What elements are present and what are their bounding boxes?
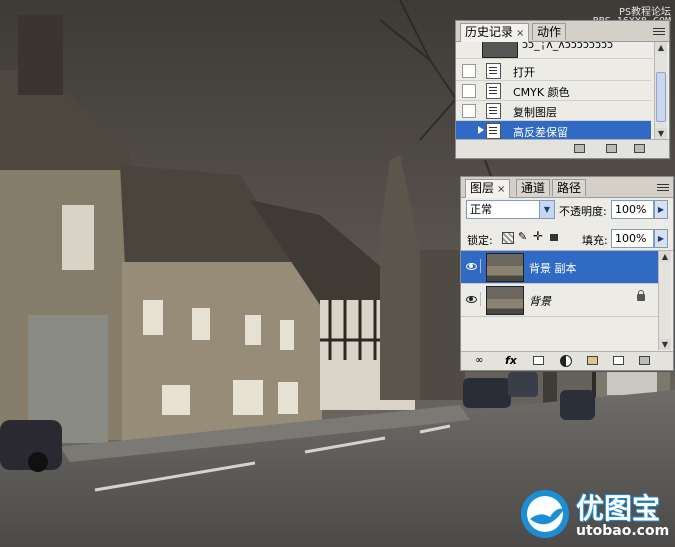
lock-position-move-icon[interactable]: ✛ [533,229,543,243]
history-panel: 历史记录 × 动作 ɔɔ_╎ʌ_ʌɔɔɔɔɔɔɔɔ 打开 CMYK 颜色 复制图层… [455,20,670,159]
history-scrollbar[interactable]: ▲ ▼ [654,42,667,139]
tab-history[interactable]: 历史记录 × [460,23,530,42]
opacity-slider-arrow-icon[interactable]: ▶ [654,200,668,219]
history-state-icon [486,123,501,139]
new-layer-icon[interactable] [613,356,624,365]
history-checkbox[interactable] [462,64,476,78]
lock-all-icon[interactable] [550,234,558,241]
layer-row-background-copy[interactable]: 背景 副本 [461,251,659,284]
fill-input[interactable]: 100% [611,229,654,248]
fill-slider-arrow-icon[interactable]: ▶ [654,229,668,248]
eye-icon[interactable] [464,259,481,273]
history-checkbox[interactable] [462,124,476,138]
history-toolbar [456,139,669,158]
close-icon[interactable]: × [497,184,505,195]
layers-panel-tabs: 图层 × 通道 路径 [461,177,673,198]
chevron-down-icon[interactable]: ▼ [539,201,554,218]
fill-label: 填充: [582,234,608,247]
lock-icon [637,290,645,301]
layer-thumbnail [486,253,524,282]
fx-icon[interactable]: fx [505,354,517,367]
lock-pixels-brush-icon[interactable]: ✎ [518,230,527,243]
tab-channels[interactable]: 通道 [516,179,551,196]
history-item-cmyk[interactable]: CMYK 颜色 [456,81,651,101]
opacity-label: 不透明度: [559,205,607,218]
layer-row-background[interactable]: 背景 [461,284,659,317]
history-item-open[interactable]: 打开 [456,61,651,81]
scroll-up-icon[interactable]: ▲ [659,251,671,262]
layers-panel: 图层 × 通道 路径 正常 ▼ 不透明度: 100% ▶ 锁定: ✎ ✛ 填充: … [460,176,674,371]
scroll-down-icon[interactable]: ▼ [659,339,671,350]
link-icon[interactable]: ∞ [475,355,483,366]
mask-icon[interactable] [533,356,544,365]
utobao-logo: 优图宝 utobao.com [520,489,669,543]
trash-icon[interactable] [634,144,645,153]
layers-scrollbar[interactable]: ▲ ▼ [658,251,671,350]
scroll-thumb[interactable] [656,72,666,122]
history-state-icon [486,103,501,119]
logo-title: 优图宝 [576,492,661,525]
adjustment-icon[interactable] [560,355,572,367]
history-brush-marker-icon [478,126,484,134]
snapshot-thumbnail [482,42,518,58]
history-snapshot[interactable]: ɔɔ_╎ʌ_ʌɔɔɔɔɔɔɔɔ [456,42,653,59]
new-document-from-state-icon[interactable] [574,144,585,153]
history-item-duplicate-layer[interactable]: 复制图层 [456,101,651,121]
history-checkbox[interactable] [462,84,476,98]
opacity-input[interactable]: 100% [611,200,654,219]
scroll-up-icon[interactable]: ▲ [655,42,667,53]
history-checkbox[interactable] [462,104,476,118]
snapshot-camera-icon[interactable] [606,144,617,153]
history-item-high-pass[interactable]: 高反差保留 [456,121,651,141]
layer-thumbnail [486,286,524,315]
bird-logo-icon [521,490,569,538]
close-icon[interactable]: × [516,28,524,39]
history-state-icon [486,63,501,79]
logo-url: utobao.com [576,523,670,539]
blend-mode-select[interactable]: 正常 ▼ [466,200,555,219]
history-state-icon [486,83,501,99]
tab-layers[interactable]: 图层 × [465,179,511,198]
trash-icon[interactable] [639,356,650,365]
panel-menu-icon[interactable] [657,182,669,192]
scroll-down-icon[interactable]: ▼ [655,128,667,139]
panel-menu-icon[interactable] [653,26,665,36]
eye-icon[interactable] [464,292,481,306]
lock-transparency-icon[interactable] [502,232,514,244]
history-panel-tabs: 历史记录 × 动作 [456,21,669,42]
layers-toolbar: ∞ fx [461,351,673,370]
lock-label: 锁定: [467,234,493,247]
group-folder-icon[interactable] [587,356,598,365]
tab-actions[interactable]: 动作 [532,23,567,40]
tab-paths[interactable]: 路径 [552,179,587,196]
